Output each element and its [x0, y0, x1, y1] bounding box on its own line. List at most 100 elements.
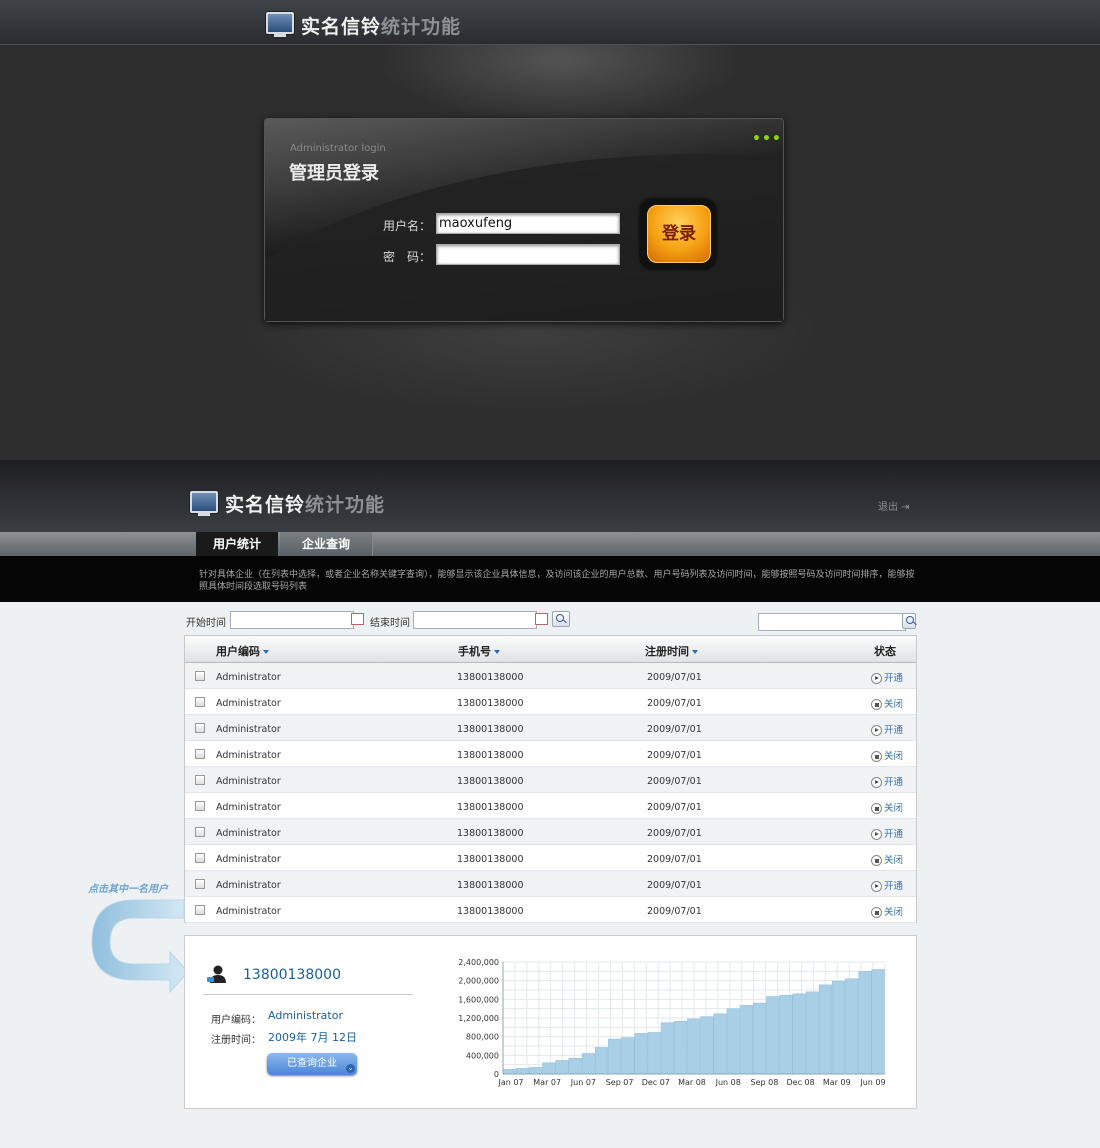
row-checkbox[interactable] — [195, 801, 205, 811]
description-text: 针对具体企业（在列表中选择，或者企业名称关键字查询），能够显示该企业具体信息，及… — [199, 570, 915, 592]
annotation-text: 点击其中一名用户 — [88, 884, 168, 895]
chart-bar — [818, 984, 832, 1075]
cell-reg-date: 2009/07/01 — [647, 776, 702, 787]
cell-user-code: Administrator — [216, 724, 281, 735]
chart-bar — [858, 971, 872, 1075]
app-title: 实名信铃统计功能 — [225, 490, 385, 517]
x-tick-label: Sep 08 — [750, 1078, 778, 1087]
table-row[interactable]: Administrator 13800138000 2009/07/01 开通 — [185, 767, 916, 793]
status-label: 开通 — [884, 725, 904, 736]
row-checkbox[interactable] — [195, 905, 205, 915]
search-icon[interactable] — [902, 613, 916, 629]
status-label: 关闭 — [884, 803, 904, 814]
x-tick-label: Jun 09 — [859, 1078, 885, 1087]
logout-link[interactable]: 退出 ⇥ — [878, 498, 910, 513]
y-tick-label: 400,000 — [466, 1051, 499, 1060]
table-row[interactable]: Administrator 13800138000 2009/07/01 关闭 — [185, 793, 916, 819]
keyword-search-input[interactable] — [758, 613, 906, 631]
x-tick-label: Mar 09 — [823, 1078, 851, 1087]
status-toggle[interactable]: 关闭 — [871, 748, 903, 762]
tab-enterprise-query[interactable]: 企业查询 — [280, 532, 373, 556]
x-tick-label: Mar 07 — [533, 1078, 561, 1087]
table-row[interactable]: Administrator 13800138000 2009/07/01 关闭 — [185, 897, 916, 923]
stats-header: 实名信铃统计功能 退出 ⇥ — [0, 460, 1100, 532]
row-checkbox[interactable] — [195, 879, 205, 889]
chart-bar — [555, 1060, 569, 1075]
chart-bar — [634, 1033, 648, 1075]
status-toggle[interactable]: 开通 — [871, 774, 903, 788]
calendar-icon[interactable] — [351, 613, 364, 625]
table-row[interactable]: Administrator 13800138000 2009/07/01 关闭 — [185, 845, 916, 871]
detail-divider — [203, 994, 413, 995]
tab-user-stats[interactable]: 用户统计 — [196, 532, 278, 556]
status-toggle[interactable]: 关闭 — [871, 852, 903, 866]
cell-phone: 13800138000 — [457, 880, 524, 891]
header-reg-time[interactable]: 注册时间 — [645, 643, 698, 659]
chart-bar — [542, 1062, 556, 1075]
calendar-icon[interactable] — [535, 613, 548, 625]
cell-phone: 13800138000 — [457, 906, 524, 917]
header-user-code-label: 用户编码 — [216, 645, 260, 658]
status-toggle[interactable]: 开通 — [871, 670, 903, 684]
status-toggle[interactable]: 关闭 — [871, 904, 903, 918]
x-tick-label: Dec 08 — [786, 1078, 814, 1087]
table-row[interactable]: Administrator 13800138000 2009/07/01 开通 — [185, 715, 916, 741]
cell-phone: 13800138000 — [457, 854, 524, 865]
cell-phone: 13800138000 — [457, 802, 524, 813]
chart-bar — [529, 1067, 543, 1075]
menu-dots-icon[interactable]: ••• — [752, 131, 782, 147]
detail-code-value: Administrator — [268, 1009, 343, 1022]
table-row[interactable]: Administrator 13800138000 2009/07/01 开通 — [185, 819, 916, 845]
y-tick-label: 2,000,000 — [458, 977, 499, 986]
status-toggle[interactable]: 开通 — [871, 826, 903, 840]
password-label: 密 码： — [383, 250, 432, 264]
row-checkbox[interactable] — [195, 775, 205, 785]
end-time-label: 结束时间 — [370, 618, 410, 629]
table-header: 用户编码 手机号 注册时间 状态 — [185, 636, 916, 663]
chart-bar — [594, 1047, 609, 1075]
stop-icon — [871, 699, 882, 710]
stop-icon — [871, 907, 882, 918]
app-title: 实名信铃统计功能 — [301, 12, 461, 39]
row-checkbox[interactable] — [195, 853, 205, 863]
queried-enterprise-button[interactable]: 已查询企业 ⌄ — [267, 1053, 357, 1075]
x-tick-label: Sep 07 — [606, 1078, 634, 1087]
cell-reg-date: 2009/07/01 — [647, 880, 702, 891]
row-checkbox[interactable] — [195, 749, 205, 759]
status-toggle[interactable]: 开通 — [871, 722, 903, 736]
search-button[interactable] — [552, 611, 570, 627]
user-table: 用户编码 手机号 注册时间 状态 Administrator 1380013800… — [184, 635, 917, 923]
chart-bar — [608, 1038, 622, 1075]
tab-bar: 用户统计 企业查询 — [0, 532, 1100, 556]
header-phone[interactable]: 手机号 — [458, 643, 500, 659]
status-label: 关闭 — [884, 699, 904, 710]
chart-bar — [621, 1037, 635, 1075]
detail-code-label: 用户编码： — [211, 1015, 261, 1026]
table-row[interactable]: Administrator 13800138000 2009/07/01 开通 — [185, 871, 916, 897]
detail-date-label: 注册时间： — [211, 1035, 261, 1046]
status-toggle[interactable]: 开通 — [871, 878, 903, 892]
password-input[interactable] — [436, 244, 620, 265]
table-row[interactable]: Administrator 13800138000 2009/07/01 关闭 — [185, 741, 916, 767]
row-checkbox[interactable] — [195, 671, 205, 681]
chart-bar — [515, 1068, 529, 1075]
header-user-code[interactable]: 用户编码 — [216, 643, 269, 659]
table-row[interactable]: Administrator 13800138000 2009/07/01 关闭 — [185, 689, 916, 715]
chart-bar — [753, 1002, 767, 1075]
status-label: 开通 — [884, 673, 904, 684]
login-header: 实名信铃统计功能 — [0, 0, 1100, 45]
chart-bar — [779, 994, 793, 1075]
login-button[interactable]: 登录 — [647, 205, 711, 263]
row-checkbox[interactable] — [195, 697, 205, 707]
end-time-input[interactable] — [413, 611, 537, 629]
start-time-input[interactable] — [230, 611, 354, 629]
monitor-icon — [266, 12, 294, 37]
table-row[interactable]: Administrator 13800138000 2009/07/01 开通 — [185, 663, 916, 689]
row-checkbox[interactable] — [195, 827, 205, 837]
app-title-bright: 实名信铃 — [225, 494, 306, 516]
username-input[interactable] — [436, 213, 620, 234]
row-checkbox[interactable] — [195, 723, 205, 733]
status-toggle[interactable]: 关闭 — [871, 800, 903, 814]
status-toggle[interactable]: 关闭 — [871, 696, 903, 710]
chevron-down-icon: ⌄ — [346, 1064, 355, 1073]
